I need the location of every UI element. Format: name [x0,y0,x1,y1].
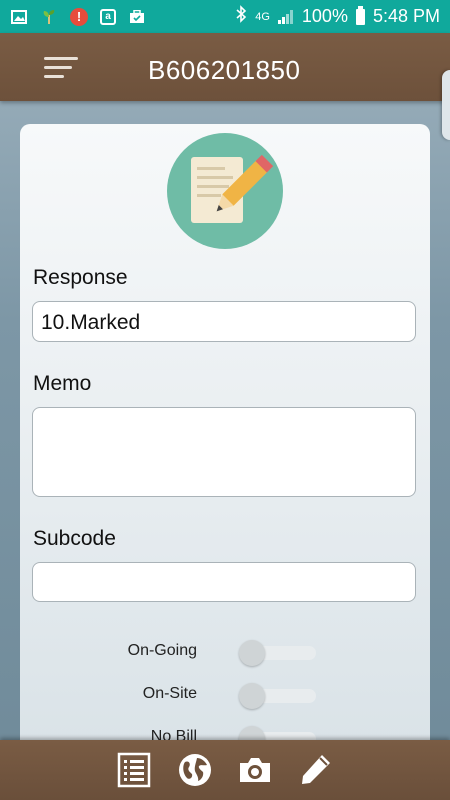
subcode-field[interactable] [32,562,416,602]
on-site-toggle-knob[interactable] [239,683,265,709]
toggle-row-on-going: On-Going [20,640,430,666]
form-card: Response 10.Marked Memo Subcode On-Going… [20,124,430,764]
notification-icons: ! a [0,7,146,26]
response-value: 10.Marked [41,311,141,334]
battery-percent: 100% [301,6,348,26]
memo-pencil-icon [167,133,283,249]
network-type: 4G [255,10,270,23]
app-bar: B606201850 [0,33,450,101]
signal-icon [277,9,294,24]
globe-icon[interactable] [177,752,213,788]
response-field[interactable]: 10.Marked [32,301,416,342]
response-label: Response [33,266,128,289]
page-title: B606201850 [148,55,301,85]
clock: 5:48 PM [372,6,440,26]
camera-icon[interactable] [237,752,273,788]
system-indicators: 4G 100% 5:48 PM [235,0,440,33]
image-icon [10,8,28,26]
toggle-row-on-site: On-Site [20,683,430,709]
bluetooth-icon [235,5,247,28]
plant-icon [40,8,58,26]
memo-field[interactable] [32,407,416,497]
menu-icon[interactable] [44,55,80,81]
bottom-toolbar [0,740,450,800]
alert-icon: ! [70,7,88,26]
list-icon[interactable] [116,752,152,788]
battery-icon [355,5,365,25]
drawer-handle[interactable] [442,70,450,140]
on-going-label: On-Going [127,642,197,659]
on-going-toggle-knob[interactable] [239,640,265,666]
briefcase-icon [128,8,146,26]
amazon-icon: a [100,8,116,25]
pencil-icon[interactable] [298,752,334,788]
status-bar: ! a 4G 100% 5:48 PM [0,0,450,33]
subcode-label: Subcode [33,527,116,550]
memo-label: Memo [33,372,92,395]
on-site-label: On-Site [142,685,197,702]
